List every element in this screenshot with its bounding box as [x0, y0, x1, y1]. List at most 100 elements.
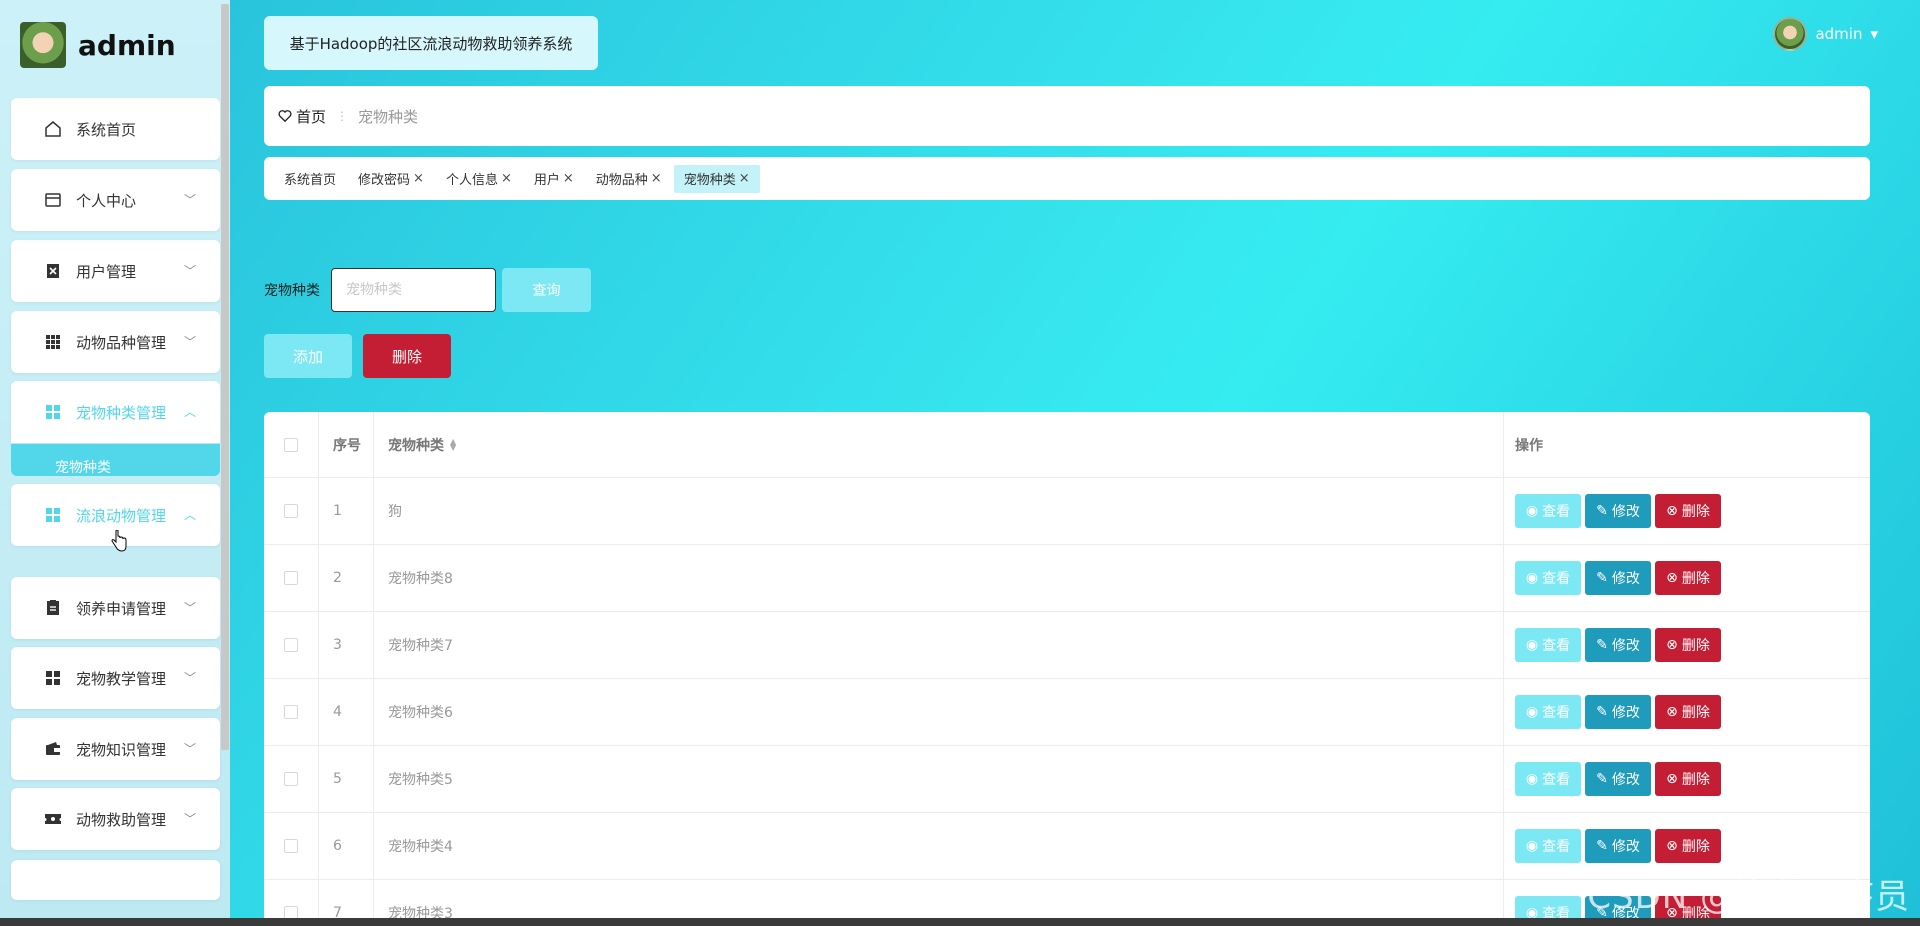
delete-button[interactable]: ⊗ 删除	[1655, 829, 1721, 863]
select-all-cell	[264, 412, 319, 477]
close-icon[interactable]: ×	[739, 171, 750, 186]
sidebar: admin 系统首页 个人中心 ﹀ 用户管理 ﹀ 动物品种管理 ﹀ 宠物种类管理…	[0, 0, 230, 926]
sidebar-item-home[interactable]: 系统首页	[11, 98, 220, 160]
user-name: admin	[1815, 25, 1863, 43]
tag-personal-info[interactable]: 个人信息 ×	[436, 165, 522, 193]
tag-change-password[interactable]: 修改密码 ×	[348, 165, 434, 193]
breadcrumb-separator: ⋮	[336, 109, 349, 123]
row-index: 6	[319, 813, 374, 879]
sidebar-item-adoption-management[interactable]: 领养申请管理 ﹀	[11, 577, 220, 639]
row-checkbox[interactable]	[284, 504, 298, 518]
batch-delete-button[interactable]: 删除	[363, 334, 451, 378]
edit-button[interactable]: ✎ 修改	[1585, 561, 1651, 595]
add-button[interactable]: 添加	[264, 334, 352, 378]
sidebar-item-label: 动物救助管理	[76, 810, 167, 829]
breadcrumb-home[interactable]: 首页	[278, 106, 326, 127]
delete-button[interactable]: ⊗ 删除	[1655, 494, 1721, 528]
edit-button[interactable]: ✎ 修改	[1585, 762, 1651, 796]
sidebar-item-pet-teaching-management[interactable]: 宠物教学管理 ﹀	[11, 647, 220, 709]
document-icon	[44, 599, 62, 617]
taskbar-strip	[0, 918, 1920, 926]
circle-x-icon: ⊗	[1666, 771, 1678, 787]
table-row: 3 宠物种类7 ◉ 查看 ✎ 修改 ⊗ 删除	[264, 612, 1870, 679]
chevron-up-icon: ︿	[183, 405, 196, 419]
caret-down-icon: ▾	[1870, 25, 1878, 43]
row-checkbox[interactable]	[284, 839, 298, 853]
close-icon[interactable]: ×	[651, 171, 662, 186]
submenu-item-pet-type[interactable]: 宠物种类	[11, 444, 220, 476]
view-button[interactable]: ◉ 查看	[1515, 695, 1581, 729]
brand: admin	[20, 22, 176, 68]
sidebar-scrollbar[interactable]	[221, 4, 229, 750]
edit-button[interactable]: ✎ 修改	[1585, 695, 1651, 729]
watermark: CSDN @毕业程序员	[1587, 877, 1910, 917]
row-checkbox[interactable]	[284, 571, 298, 585]
edit-button[interactable]: ✎ 修改	[1585, 628, 1651, 662]
delete-button[interactable]: ⊗ 删除	[1655, 695, 1721, 729]
delete-button[interactable]: ⊗ 删除	[1655, 628, 1721, 662]
query-button[interactable]: 查询	[502, 268, 591, 312]
view-label: 查看	[1542, 839, 1571, 855]
row-actions: ◉ 查看 ✎ 修改 ⊗ 删除	[1504, 545, 1870, 611]
row-index: 5	[319, 746, 374, 812]
sidebar-item-label: 领养申请管理	[76, 599, 167, 618]
edit-button[interactable]: ✎ 修改	[1585, 829, 1651, 863]
search-input[interactable]	[331, 268, 496, 312]
tag-label: 个人信息	[445, 173, 498, 188]
search-label: 宠物种类	[264, 283, 320, 299]
tag-pet-type[interactable]: 宠物种类 ×	[673, 164, 760, 193]
user-avatar	[1773, 17, 1808, 51]
pencil-icon: ✎	[1596, 503, 1608, 519]
sidebar-item-rescue-management[interactable]: 动物救助管理 ﹀	[11, 788, 220, 850]
view-button[interactable]: ◉ 查看	[1515, 561, 1581, 595]
sidebar-item-user-management[interactable]: 用户管理 ﹀	[11, 240, 220, 302]
row-pet-type: 宠物种类6	[374, 679, 1504, 745]
wallet-icon	[44, 740, 62, 758]
tag-user[interactable]: 用户 ×	[524, 165, 584, 193]
eye-icon: ◉	[1525, 771, 1539, 787]
heart-icon	[278, 110, 292, 123]
sidebar-item-personal-center[interactable]: 个人中心 ﹀	[11, 169, 220, 231]
sidebar-item-breed-management[interactable]: 动物品种管理 ﹀	[11, 311, 220, 373]
row-check-cell	[264, 746, 319, 812]
edit-button[interactable]: ✎ 修改	[1585, 494, 1651, 528]
row-checkbox[interactable]	[284, 705, 298, 719]
row-checkbox[interactable]	[284, 772, 298, 786]
view-button[interactable]: ◉ 查看	[1515, 628, 1581, 662]
delete-button[interactable]: ⊗ 删除	[1655, 561, 1721, 595]
view-button[interactable]: ◉ 查看	[1515, 762, 1581, 796]
select-all-checkbox[interactable]	[284, 437, 298, 452]
sidebar-item-pet-knowledge-management[interactable]: 宠物知识管理 ﹀	[11, 718, 220, 780]
edit-label: 修改	[1611, 839, 1640, 855]
circle-x-icon: ⊗	[1666, 704, 1678, 720]
sidebar-item-more[interactable]	[11, 860, 220, 900]
view-button[interactable]: ◉ 查看	[1515, 494, 1581, 528]
delete-button[interactable]: ⊗ 删除	[1655, 762, 1721, 796]
row-pet-type: 宠物种类5	[374, 746, 1504, 812]
sidebar-item-label: 宠物知识管理	[76, 740, 167, 759]
breadcrumb-home-label: 首页	[296, 107, 327, 126]
chevron-down-icon: ﹀	[183, 335, 196, 349]
tag-label: 用户	[533, 173, 560, 188]
tag-home[interactable]: 系统首页	[274, 165, 346, 193]
grid-icon	[44, 333, 62, 351]
system-title: 基于Hadoop的社区流浪动物救助领养系统	[264, 16, 598, 70]
row-checkbox[interactable]	[284, 638, 298, 652]
chevron-down-icon: ﹀	[183, 601, 196, 615]
close-icon[interactable]: ×	[501, 171, 512, 186]
view-button[interactable]: ◉ 查看	[1515, 829, 1581, 863]
view-label: 查看	[1542, 504, 1571, 520]
header-pet-type[interactable]: 宠物种类 ▲ ▼	[374, 412, 1504, 477]
chevron-down-icon: ﹀	[183, 812, 196, 826]
mouse-pointer-icon	[111, 530, 127, 552]
delete-label: 删除	[1681, 839, 1710, 855]
eye-icon: ◉	[1525, 503, 1539, 519]
table-row: 1 狗 ◉ 查看 ✎ 修改 ⊗ 删除	[264, 478, 1870, 545]
sidebar-item-pet-type-management[interactable]: 宠物种类管理 ︿	[11, 381, 220, 443]
sidebar-item-label: 流浪动物管理	[76, 506, 167, 525]
sort-icon[interactable]: ▲ ▼	[450, 437, 456, 451]
user-menu[interactable]: admin ▾	[1773, 17, 1878, 51]
close-icon[interactable]: ×	[413, 171, 424, 186]
tag-animal-breed[interactable]: 动物品种 ×	[586, 165, 672, 193]
close-icon[interactable]: ×	[563, 171, 574, 186]
